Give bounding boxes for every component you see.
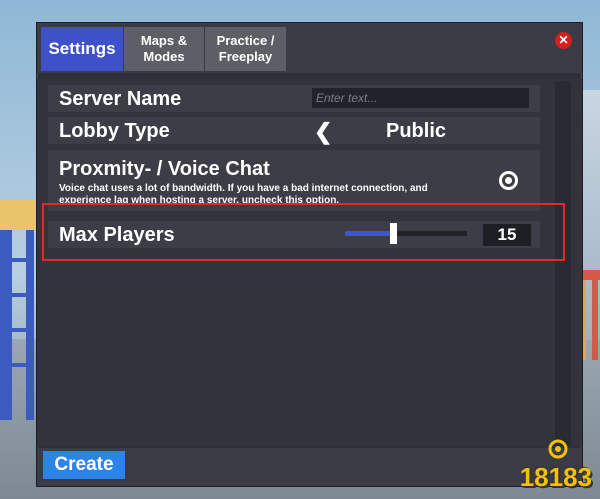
server-name-row: Server Name <box>48 85 540 112</box>
watermark-text: 18183 <box>519 462 592 492</box>
tab-settings[interactable]: Settings <box>41 27 123 71</box>
voice-chat-row: Proxmity- / Voice Chat Voice chat uses a… <box>48 150 540 211</box>
lobby-type-value: Public <box>386 120 447 142</box>
voice-chat-toggle[interactable] <box>499 171 518 190</box>
slider-thumb[interactable] <box>390 223 398 244</box>
max-players-label: Max Players <box>59 224 175 246</box>
chevron-left-icon[interactable]: ❮ <box>314 119 332 145</box>
lobby-type-row: Lobby Type ❮ Public <box>48 117 540 144</box>
settings-dialog: Settings Maps & Modes Practice / Freepla… <box>36 22 583 487</box>
voice-chat-label: Proxmity- / Voice Chat <box>59 158 270 180</box>
watermark-logo: 18183 <box>492 437 592 493</box>
watermark-emblem-icon <box>548 439 568 459</box>
lobby-type-label: Lobby Type <box>59 120 170 142</box>
create-button[interactable]: Create <box>43 451 125 479</box>
tab-maps-modes[interactable]: Maps & Modes <box>124 27 204 71</box>
max-players-row: Max Players 15 <box>48 221 540 248</box>
tab-practice-freeplay[interactable]: Practice / Freeplay <box>205 27 286 71</box>
scrollbar[interactable] <box>555 81 571 446</box>
server-name-label: Server Name <box>59 88 182 110</box>
voice-chat-description: Voice chat uses a lot of bandwidth. If y… <box>59 183 428 206</box>
slider-fill <box>345 231 391 236</box>
max-players-value[interactable]: 15 <box>483 224 531 246</box>
max-players-slider[interactable] <box>345 223 467 244</box>
radio-selected-dot <box>505 177 512 184</box>
server-name-input[interactable] <box>312 88 529 108</box>
tab-bar: Settings Maps & Modes Practice / Freepla… <box>37 23 582 73</box>
close-icon[interactable]: ✕ <box>555 32 572 49</box>
